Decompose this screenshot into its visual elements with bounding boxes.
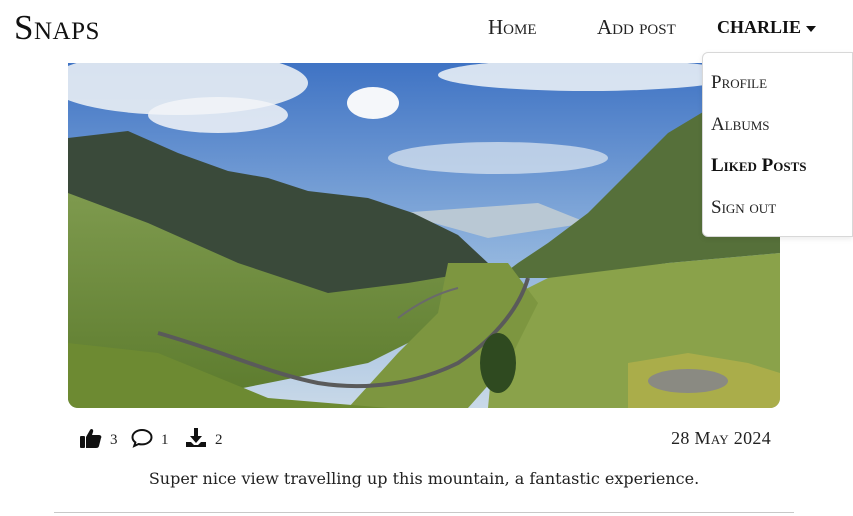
dropdown-item-albums[interactable]: Albums — [711, 114, 770, 136]
dropdown-item-profile[interactable]: Profile — [711, 72, 767, 94]
nav-home-link[interactable]: Home — [488, 15, 537, 40]
downloads-count: 2 — [215, 432, 223, 448]
post-date: 28 May 2024 — [671, 428, 771, 448]
nav-add-post-link[interactable]: Add post — [597, 15, 676, 40]
user-menu-toggle[interactable]: CHARLIE — [717, 17, 817, 38]
mountain-photo — [68, 63, 780, 408]
post-image[interactable] — [68, 63, 780, 408]
post-caption: Super nice view travelling up this mount… — [148, 469, 700, 488]
likes-count: 3 — [110, 432, 118, 448]
dropdown-item-liked-posts[interactable]: Liked Posts — [711, 155, 807, 177]
thumbs-up-icon — [80, 428, 102, 448]
dropdown-item-sign-out[interactable]: Sign out — [711, 197, 776, 219]
comment-button[interactable]: 1 — [131, 426, 169, 449]
comments-count: 1 — [161, 432, 169, 448]
post-divider — [54, 512, 794, 513]
like-button[interactable]: 3 — [80, 426, 118, 449]
brand-logo[interactable]: Snaps — [14, 8, 100, 48]
user-dropdown-menu: Profile Albums Liked Posts Sign out — [702, 52, 853, 237]
caret-down-icon — [806, 25, 817, 32]
comment-icon — [131, 428, 153, 448]
download-button[interactable]: 2 — [185, 426, 223, 449]
download-icon — [186, 427, 206, 447]
user-menu-label: CHARLIE — [717, 17, 802, 37]
